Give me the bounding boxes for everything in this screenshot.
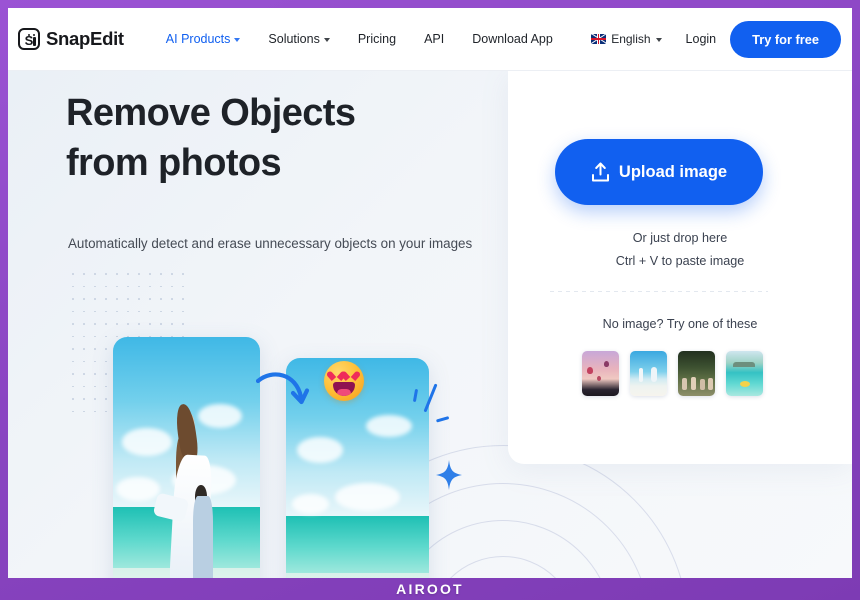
language-label: English: [611, 32, 651, 46]
language-selector[interactable]: English: [581, 32, 671, 46]
nav-item-ai-products[interactable]: AI Products: [152, 32, 255, 46]
sample-thumbnail-forest-group[interactable]: [678, 351, 715, 396]
sparkle-lines-icon: [412, 383, 455, 427]
nav-links: AI Products Solutions Pricing API Downlo…: [152, 32, 567, 46]
nav-right-group: English Login Try for free: [581, 20, 841, 58]
sample-thumbnail-beach-couple[interactable]: [630, 351, 667, 396]
nav-item-pricing[interactable]: Pricing: [344, 32, 410, 46]
brand-name: SnapEdit: [46, 28, 124, 49]
paste-hint: Ctrl + V to paste image: [615, 254, 745, 268]
samples-label: No image? Try one of these: [602, 317, 758, 331]
nav-label: API: [424, 32, 445, 46]
nav-label: AI Products: [165, 32, 231, 46]
navbar: S SnapEdit AI Products Solutions Pricing…: [8, 8, 852, 71]
sample-thumbnail-lagoon[interactable]: [726, 351, 763, 396]
upload-image-button[interactable]: Upload image: [555, 139, 763, 205]
page-content: S SnapEdit AI Products Solutions Pricing…: [8, 8, 852, 578]
chevron-down-icon: [323, 37, 330, 42]
heading-line-1: Remove Objects: [66, 92, 356, 134]
heart-eyes-emoji: [324, 361, 364, 401]
upload-button-label: Upload image: [618, 162, 728, 181]
hero-subheading: Automatically detect and erase unnecessa…: [68, 236, 473, 251]
sample-thumbnail-balloons[interactable]: [582, 351, 619, 396]
snapedit-logo-icon: S: [18, 28, 40, 50]
photo-before: [113, 337, 260, 578]
try-for-free-button[interactable]: Try for free: [730, 20, 841, 58]
watermark-text: AIROOT: [396, 581, 464, 597]
heading-line-2: from photos: [66, 142, 282, 185]
uk-flag-icon: [591, 34, 607, 44]
sparkle-star-icon: [436, 460, 462, 490]
nav-label: Download App: [472, 32, 553, 46]
upload-card: Upload image Or just drop here Ctrl + V …: [508, 71, 852, 464]
page-title: Remove Objects from photos: [66, 88, 536, 188]
card-divider: [550, 291, 768, 292]
nav-item-download-app[interactable]: Download App: [458, 32, 567, 46]
people-in-photo: [152, 402, 231, 578]
nav-label: Solutions: [268, 32, 320, 46]
sample-thumbnails: [582, 351, 763, 396]
upload-icon: [591, 162, 609, 181]
purple-frame: S SnapEdit AI Products Solutions Pricing…: [0, 0, 860, 600]
footer-watermark: AIROOT: [0, 578, 860, 600]
nav-item-solutions[interactable]: Solutions: [254, 32, 343, 46]
brand-logo[interactable]: S SnapEdit: [18, 28, 124, 50]
curved-arrow-icon: [255, 371, 310, 417]
login-link[interactable]: Login: [672, 32, 731, 46]
nav-item-api[interactable]: API: [410, 32, 458, 46]
hero-section: Remove Objects from photos Automatically…: [8, 71, 852, 578]
drop-hint: Or just drop here: [632, 231, 728, 245]
chevron-down-icon: [655, 37, 662, 42]
nav-label: Pricing: [357, 32, 397, 46]
chevron-down-icon: [234, 37, 241, 42]
